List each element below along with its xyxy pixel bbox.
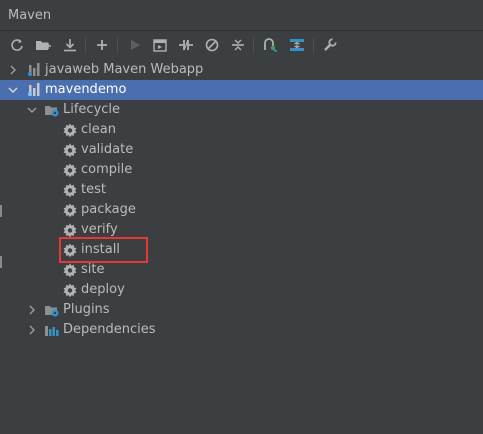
gear-icon	[63, 143, 77, 157]
tree-item-label: validate	[81, 142, 134, 157]
tree-item-label: javaweb Maven Webapp	[45, 62, 204, 77]
maven-project-icon	[28, 83, 40, 96]
maven-toolbar	[0, 32, 483, 59]
gear-icon	[63, 203, 77, 217]
edge-marker	[0, 205, 2, 217]
tree-item-goal-package[interactable]: package	[0, 200, 483, 220]
toolbar-separator	[85, 38, 86, 53]
collapse-all-icon[interactable]	[228, 35, 248, 55]
execute-goal-icon[interactable]	[150, 35, 170, 55]
toolbar-separator	[117, 38, 118, 53]
tool-window-header: Maven	[0, 0, 483, 31]
chevron-down-icon[interactable]	[8, 84, 18, 96]
plugins-folder-icon	[45, 306, 59, 317]
tree-item-lifecycle[interactable]: Lifecycle	[0, 100, 483, 120]
edge-marker	[0, 256, 2, 268]
tree-item-label: Lifecycle	[63, 102, 121, 117]
download-sources-icon[interactable]	[60, 35, 80, 55]
toolbar-separator	[313, 38, 314, 53]
toolbar-separator	[253, 38, 254, 53]
tree-item-goal-test[interactable]: test	[0, 180, 483, 200]
toggle-offline-icon[interactable]	[176, 35, 196, 55]
gear-icon	[63, 123, 77, 137]
tree-item-label: compile	[81, 162, 133, 177]
tree-item-dependencies[interactable]: Dependencies	[0, 320, 483, 340]
tree-item-goal-validate[interactable]: validate	[0, 140, 483, 160]
dependencies-icon	[45, 326, 59, 336]
tree-item-label: clean	[81, 122, 116, 137]
run-icon[interactable]	[125, 35, 145, 55]
show-dependencies-icon[interactable]	[260, 35, 280, 55]
skip-tests-icon[interactable]	[202, 35, 222, 55]
gear-icon	[63, 283, 77, 297]
tree-item-label: deploy	[81, 282, 125, 297]
tree-item-goal-deploy[interactable]: deploy	[0, 280, 483, 300]
gear-icon	[63, 183, 77, 197]
expand-all-icon[interactable]	[287, 35, 307, 55]
tree-item-label: test	[81, 182, 106, 197]
tree-item-project-mavendemo[interactable]: mavendemo	[0, 80, 483, 100]
chevron-right-icon[interactable]	[27, 304, 37, 316]
reload-icon[interactable]	[7, 35, 27, 55]
tree-item-goal-compile[interactable]: compile	[0, 160, 483, 180]
tree-item-goal-clean[interactable]: clean	[0, 120, 483, 140]
tree-item-label: Plugins	[63, 302, 110, 317]
tree-item-label: Dependencies	[63, 322, 156, 337]
maven-project-icon	[28, 63, 40, 76]
tree-item-project-javaweb[interactable]: javaweb Maven Webapp	[0, 60, 483, 80]
tree-item-label: package	[81, 202, 136, 217]
tree-item-goal-site[interactable]: site	[0, 260, 483, 280]
gear-icon	[63, 163, 77, 177]
add-maven-project-icon[interactable]	[33, 35, 53, 55]
chevron-right-icon[interactable]	[27, 324, 37, 336]
tool-window-title: Maven	[8, 8, 52, 23]
gear-icon	[63, 223, 77, 237]
lifecycle-folder-icon	[45, 106, 59, 117]
settings-wrench-icon[interactable]	[320, 35, 340, 55]
install-highlight-box	[59, 237, 148, 263]
gear-icon	[63, 263, 77, 277]
chevron-right-icon[interactable]	[8, 64, 18, 76]
tree-item-label: verify	[81, 222, 118, 237]
add-icon[interactable]	[92, 35, 112, 55]
chevron-down-icon[interactable]	[27, 104, 37, 116]
tree-item-plugins[interactable]: Plugins	[0, 300, 483, 320]
tree-item-label: mavendemo	[45, 82, 127, 97]
tree-item-label: site	[81, 262, 105, 277]
